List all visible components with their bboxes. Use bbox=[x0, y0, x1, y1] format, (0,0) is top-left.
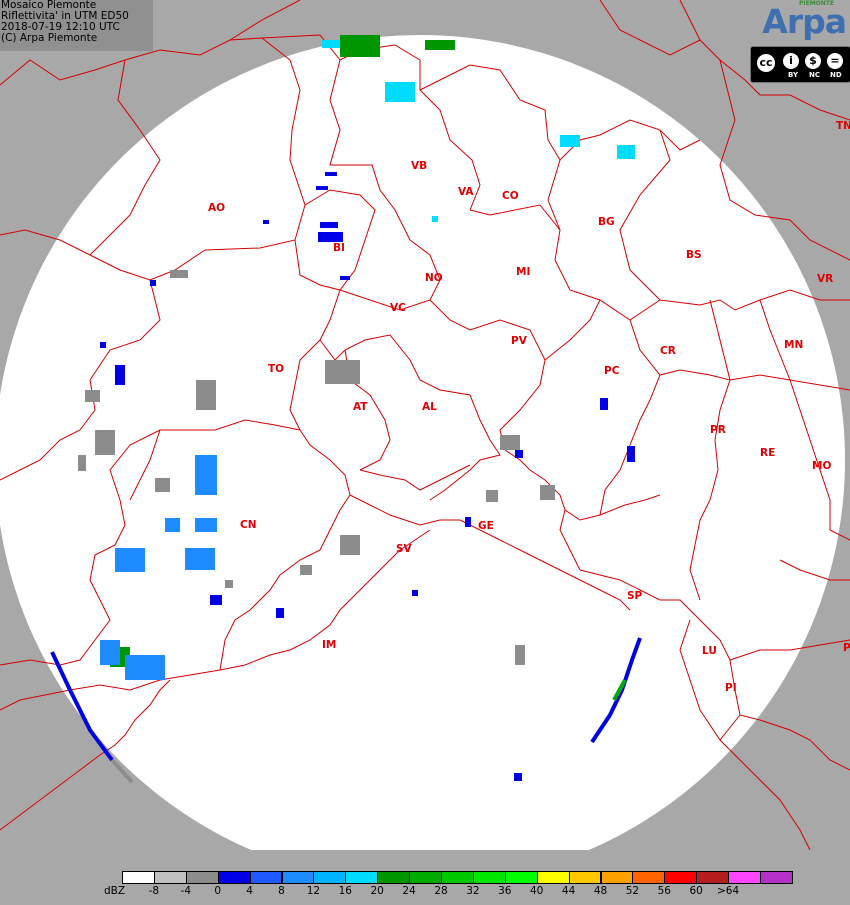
province-label-no: NO bbox=[425, 272, 443, 284]
legend-swatch bbox=[122, 871, 155, 884]
legend-tick-label: >64 bbox=[717, 885, 740, 897]
legend-swatch bbox=[185, 871, 219, 884]
province-label-ge: GE bbox=[478, 520, 494, 532]
legend-tick-label: 20 bbox=[370, 885, 384, 897]
legend-swatch bbox=[153, 871, 187, 884]
legend-tick-label: 12 bbox=[306, 885, 321, 897]
person-icon: i bbox=[781, 51, 801, 71]
nd-label: ND bbox=[830, 71, 842, 79]
header-panel: Mosaico Piemonte Riflettivita' in UTM ED… bbox=[0, 0, 153, 51]
legend-swatch bbox=[760, 871, 793, 884]
legend-tick-label: 40 bbox=[530, 885, 544, 897]
province-label-ao: AO bbox=[208, 202, 226, 214]
legend-swatch bbox=[504, 871, 538, 884]
legend-tick-label: 8 bbox=[278, 885, 285, 897]
province-label-bi: BI bbox=[333, 242, 345, 254]
by-label: BY bbox=[788, 71, 799, 79]
province-label-to: TO bbox=[268, 363, 285, 375]
province-label-tn: TN bbox=[836, 120, 850, 132]
legend-tick-label: 52 bbox=[625, 885, 640, 897]
legend-swatch bbox=[281, 871, 315, 884]
legend-swatch bbox=[664, 871, 698, 884]
province-label-bs: BS bbox=[686, 249, 702, 261]
cc-license-badge[interactable]: cc i $ = BY NC ND bbox=[750, 46, 850, 83]
nc-label: NC bbox=[809, 71, 820, 79]
legend-swatch bbox=[409, 871, 442, 884]
province-label-mi: MI bbox=[516, 266, 531, 278]
province-label-pc: PC bbox=[604, 365, 620, 377]
province-label-sv: SV bbox=[396, 543, 412, 555]
legend-swatch bbox=[313, 871, 347, 884]
legend-tick-label: 60 bbox=[689, 885, 703, 897]
province-label-re: RE bbox=[760, 447, 776, 459]
copyright-line: (C) Arpa Piemonte bbox=[1, 32, 98, 44]
province-label-pr: PR bbox=[710, 424, 726, 436]
legend-swatch bbox=[345, 871, 379, 884]
province-label-vr: VR bbox=[817, 273, 834, 285]
legend-tick-label: 16 bbox=[338, 885, 352, 897]
legend-tick-label: 24 bbox=[402, 885, 416, 897]
province-label-im: IM bbox=[322, 639, 337, 651]
no-dollar-icon: $ bbox=[803, 51, 823, 71]
legend-tick-label: 28 bbox=[434, 885, 448, 897]
province-label-pi: PI bbox=[725, 682, 737, 694]
province-label-co: CO bbox=[502, 190, 519, 202]
province-label-al: AL bbox=[422, 401, 437, 413]
legend-tick-label: 4 bbox=[246, 885, 253, 897]
province-label-mn: MN bbox=[784, 339, 804, 351]
arpa-logo[interactable]: PIEMONTE Arpa bbox=[748, 0, 850, 42]
province-label-p: P bbox=[843, 642, 850, 654]
province-label-cn: CN bbox=[240, 519, 257, 531]
legend-tick-label: 44 bbox=[561, 885, 576, 897]
legend-tick-label: 36 bbox=[498, 885, 512, 897]
legend-tick-label: 48 bbox=[593, 885, 608, 897]
legend-tick-label: -4 bbox=[180, 885, 192, 897]
equals-icon: = bbox=[825, 51, 845, 71]
logo-word: Arpa bbox=[762, 2, 847, 41]
legend-swatch bbox=[696, 871, 730, 884]
province-label-lu: LU bbox=[702, 645, 717, 657]
legend-swatch bbox=[472, 871, 506, 884]
province-label-bg: BG bbox=[598, 216, 615, 228]
legend-swatch bbox=[536, 871, 570, 884]
province-label-vb: VB bbox=[411, 160, 428, 172]
legend-tick-label: 56 bbox=[657, 885, 671, 897]
legend-swatch bbox=[217, 871, 251, 884]
legend-unit: dBZ bbox=[104, 885, 126, 897]
legend-tick-label: 0 bbox=[214, 885, 222, 897]
legend-swatch bbox=[568, 871, 602, 884]
legend-swatch bbox=[728, 871, 761, 884]
province-label-vc: VC bbox=[390, 302, 406, 314]
legend-tick-label: 32 bbox=[466, 885, 480, 897]
legend-swatch bbox=[632, 871, 666, 884]
cc-icon: cc bbox=[755, 52, 777, 74]
legend-swatch bbox=[249, 871, 283, 884]
province-label-mo: MO bbox=[812, 460, 832, 472]
legend-tick-label: -8 bbox=[148, 885, 160, 897]
province-label-at: AT bbox=[353, 401, 368, 413]
province-label-va: VA bbox=[458, 186, 474, 198]
radar-coverage-area bbox=[0, 35, 845, 850]
legend-swatch bbox=[377, 871, 411, 884]
legend-swatch bbox=[441, 871, 474, 884]
legend-swatch bbox=[600, 871, 634, 884]
province-label-sp: SP bbox=[627, 590, 643, 602]
province-label-cr: CR bbox=[660, 345, 676, 357]
province-label-pv: PV bbox=[511, 335, 527, 347]
